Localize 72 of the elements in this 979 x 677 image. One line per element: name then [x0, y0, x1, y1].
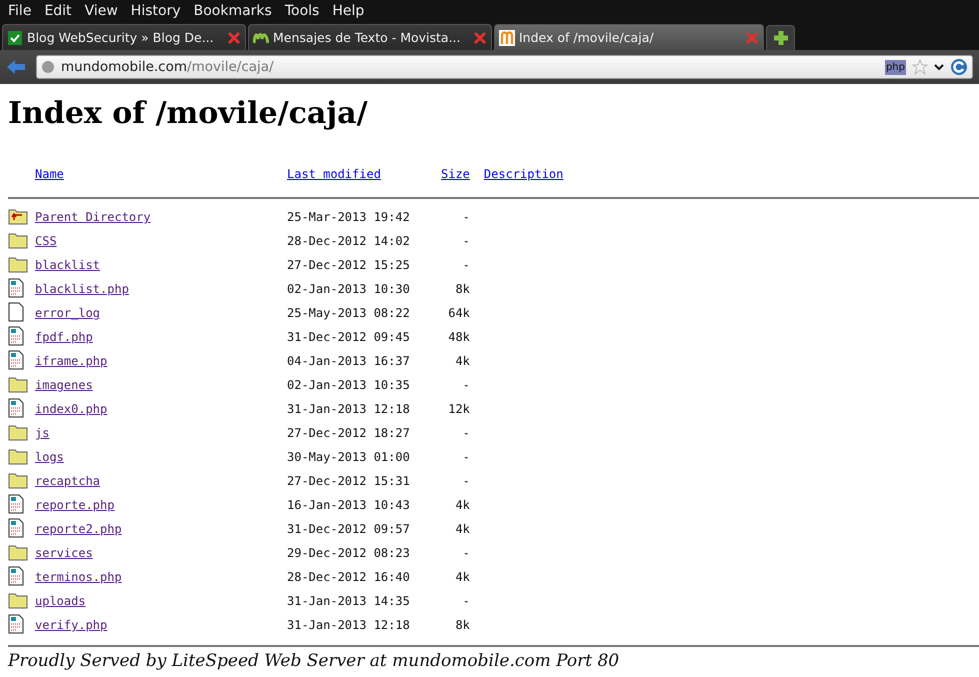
file-link[interactable]: CSS — [35, 234, 57, 248]
file-size: - — [462, 378, 470, 392]
file-link[interactable]: blacklist.php — [35, 282, 129, 296]
modified-date: 27-Dec-2012 18:27 — [287, 426, 410, 440]
modified-date: 27-Dec-2012 15:25 — [287, 258, 410, 272]
file-size: - — [462, 546, 470, 560]
file-link[interactable]: logs — [35, 450, 64, 464]
browser-tab[interactable]: Mensajes de Texto - Movista... — [248, 24, 492, 50]
browser-tab[interactable]: Index of /movile/caja/ — [494, 24, 764, 50]
file-size: - — [462, 594, 470, 608]
menu-item[interactable]: Edit — [38, 3, 79, 19]
menu-item[interactable]: Tools — [278, 3, 326, 19]
file-link[interactable]: imagenes — [35, 378, 93, 392]
file-link[interactable]: services — [35, 546, 93, 560]
file-link[interactable]: verify.php — [35, 618, 108, 632]
file-size: 8k — [455, 282, 470, 296]
modified-date: 31-Dec-2012 09:45 — [287, 330, 410, 344]
page-title: Index of /movile/caja/ — [8, 96, 369, 131]
modified-date: 31-Dec-2012 09:57 — [287, 522, 410, 536]
file-link[interactable]: index0.php — [35, 402, 108, 416]
file-size: 8k — [455, 618, 470, 632]
file-link[interactable]: iframe.php — [35, 354, 108, 368]
file-size: 48k — [448, 330, 470, 344]
file-size: 4k — [455, 570, 470, 584]
column-header-link[interactable]: Name — [35, 167, 64, 181]
file-size: - — [462, 474, 470, 488]
file-link[interactable]: blacklist — [35, 258, 100, 272]
file-size: - — [462, 426, 470, 440]
modified-date: 30-May-2013 01:00 — [287, 450, 410, 464]
modified-date: 25-May-2013 08:22 — [287, 306, 410, 320]
browser-tab[interactable]: Blog WebSecurity » Blog De... — [2, 24, 246, 50]
php-icon: php — [884, 60, 906, 74]
file-size: 64k — [448, 306, 470, 320]
modified-date: 31-Jan-2013 12:18 — [287, 618, 410, 632]
column-header-link[interactable]: Description — [484, 167, 564, 181]
file-size: - — [462, 210, 470, 224]
modified-date: 16-Jan-2013 10:43 — [287, 498, 410, 512]
modified-date: 29-Dec-2012 08:23 — [287, 546, 410, 560]
file-link[interactable]: uploads — [35, 594, 86, 608]
modified-date: 25-Mar-2013 19:42 — [287, 210, 410, 224]
menu-item[interactable]: Help — [326, 3, 372, 19]
file-size: 4k — [455, 498, 470, 512]
modified-date: 31-Jan-2013 14:35 — [287, 594, 410, 608]
column-header-link[interactable]: Last modified — [287, 167, 381, 181]
modified-date: 04-Jan-2013 16:37 — [287, 354, 410, 368]
menu-item[interactable]: Bookmarks — [188, 3, 279, 19]
column-header-link[interactable]: Size — [441, 167, 470, 181]
file-link[interactable]: error_log — [35, 306, 100, 320]
file-size: 4k — [455, 522, 470, 536]
address-field[interactable]: mundomobile.com/movile/caja/ php — [36, 55, 973, 79]
server-footer: Proudly Served by LiteSpeed Web Server at mundomobile.com Port 80 — [8, 651, 971, 671]
file-size: - — [462, 450, 470, 464]
modified-date: 28-Dec-2012 16:40 — [287, 570, 410, 584]
menu-item[interactable]: View — [78, 3, 125, 19]
file-size: - — [462, 258, 470, 272]
modified-date: 28-Dec-2012 14:02 — [287, 234, 410, 248]
modified-date: 31-Jan-2013 12:18 — [287, 402, 410, 416]
file-link[interactable]: terminos.php — [35, 570, 122, 584]
modified-date: 02-Jan-2013 10:35 — [287, 378, 410, 392]
file-link[interactable]: fpdf.php — [35, 330, 93, 344]
file-size: 12k — [448, 402, 470, 416]
file-size: - — [462, 234, 470, 248]
menu-item[interactable]: History — [124, 3, 188, 19]
modified-date: 27-Dec-2012 15:31 — [287, 474, 410, 488]
file-link[interactable]: reporte.php — [35, 498, 114, 512]
file-link[interactable]: recaptcha — [35, 474, 100, 488]
modified-date: 02-Jan-2013 10:30 — [287, 282, 410, 296]
file-link[interactable]: reporte2.php — [35, 522, 122, 536]
file-size: 4k — [455, 354, 470, 368]
menu-item[interactable]: File — [2, 3, 38, 19]
file-link[interactable]: Parent Directory — [35, 210, 151, 224]
file-link[interactable]: js — [35, 426, 50, 440]
